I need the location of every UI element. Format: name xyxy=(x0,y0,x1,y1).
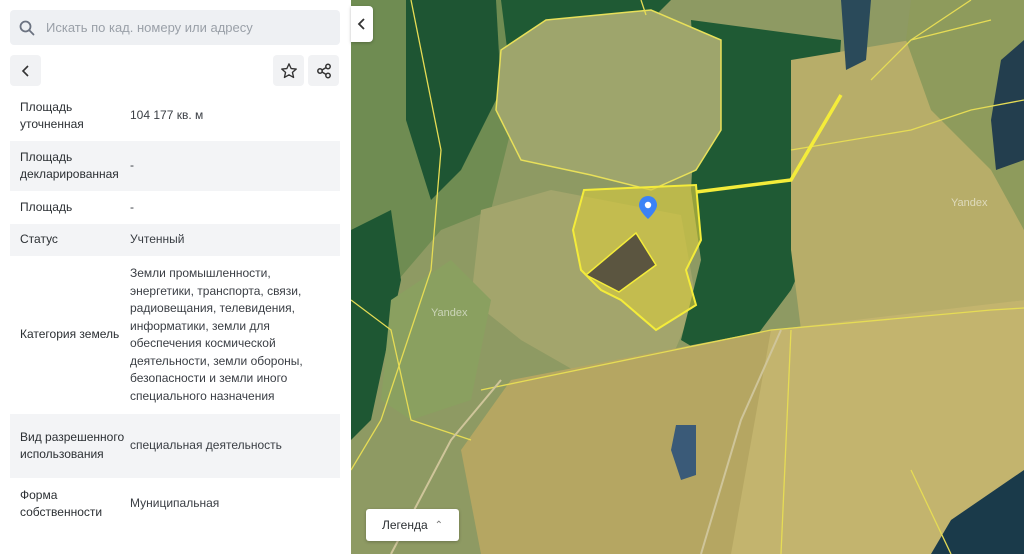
favorite-button[interactable] xyxy=(273,55,304,86)
detail-row-ownership: Форма собственности Муниципальная xyxy=(10,478,340,519)
detail-row-permitted-use: Вид разрешенного использования специальн… xyxy=(10,414,340,478)
detail-label: Площадь декларированная xyxy=(20,149,119,182)
map-watermark: Yandex xyxy=(951,197,988,209)
search-input[interactable] xyxy=(44,19,318,36)
detail-label: Форма собственности xyxy=(20,487,103,519)
search-icon xyxy=(19,20,35,35)
detail-value: Земли промышленности, энергетики, трансп… xyxy=(130,266,303,403)
details-table: Площадь уточненная 104 177 кв. м Площадь… xyxy=(10,91,340,518)
detail-label: Вид разрешенного использования xyxy=(20,429,125,462)
detail-value: 104 177 кв. м xyxy=(130,108,204,123)
chevron-up-icon: ⌃ xyxy=(434,519,444,531)
share-icon xyxy=(316,63,331,78)
satellite-map[interactable]: Yandex Yandex xyxy=(351,0,1024,554)
map-watermark: Yandex xyxy=(431,307,468,319)
legend-label: Легенда xyxy=(381,518,428,532)
detail-row-area: Площадь - xyxy=(10,191,340,224)
detail-row-status: Статус Учтенный xyxy=(10,224,340,256)
arrow-left-icon xyxy=(21,64,29,77)
detail-row-area-refined: Площадь уточненная 104 177 кв. м xyxy=(10,91,340,141)
detail-row-area-declared: Площадь декларированная - xyxy=(10,141,340,191)
detail-value: Учтенный xyxy=(130,232,185,247)
info-panel: Площадь уточненная 104 177 кв. м Площадь… xyxy=(0,0,351,554)
map-view[interactable]: Yandex Yandex xyxy=(351,0,1024,554)
share-button[interactable] xyxy=(308,55,339,86)
detail-label: Площадь xyxy=(20,199,73,214)
detail-value: Муниципальная xyxy=(130,496,220,511)
chevron-left-icon xyxy=(357,18,365,30)
detail-label: Площадь уточненная xyxy=(20,99,84,132)
star-icon xyxy=(280,62,297,78)
collapse-panel-button[interactable] xyxy=(351,6,373,42)
detail-value: - xyxy=(130,158,134,173)
detail-label: Категория земель xyxy=(20,327,120,342)
search-bar[interactable] xyxy=(10,10,340,45)
detail-label: Статус xyxy=(20,232,58,247)
detail-row-land-category: Категория земель Земли промышленности, э… xyxy=(10,256,340,414)
back-button[interactable] xyxy=(10,55,41,86)
detail-value: специальная деятельность xyxy=(130,438,282,453)
legend-button[interactable]: Легенда ⌃ xyxy=(366,509,459,541)
detail-value: - xyxy=(130,199,134,214)
panel-toolbar xyxy=(10,55,340,87)
